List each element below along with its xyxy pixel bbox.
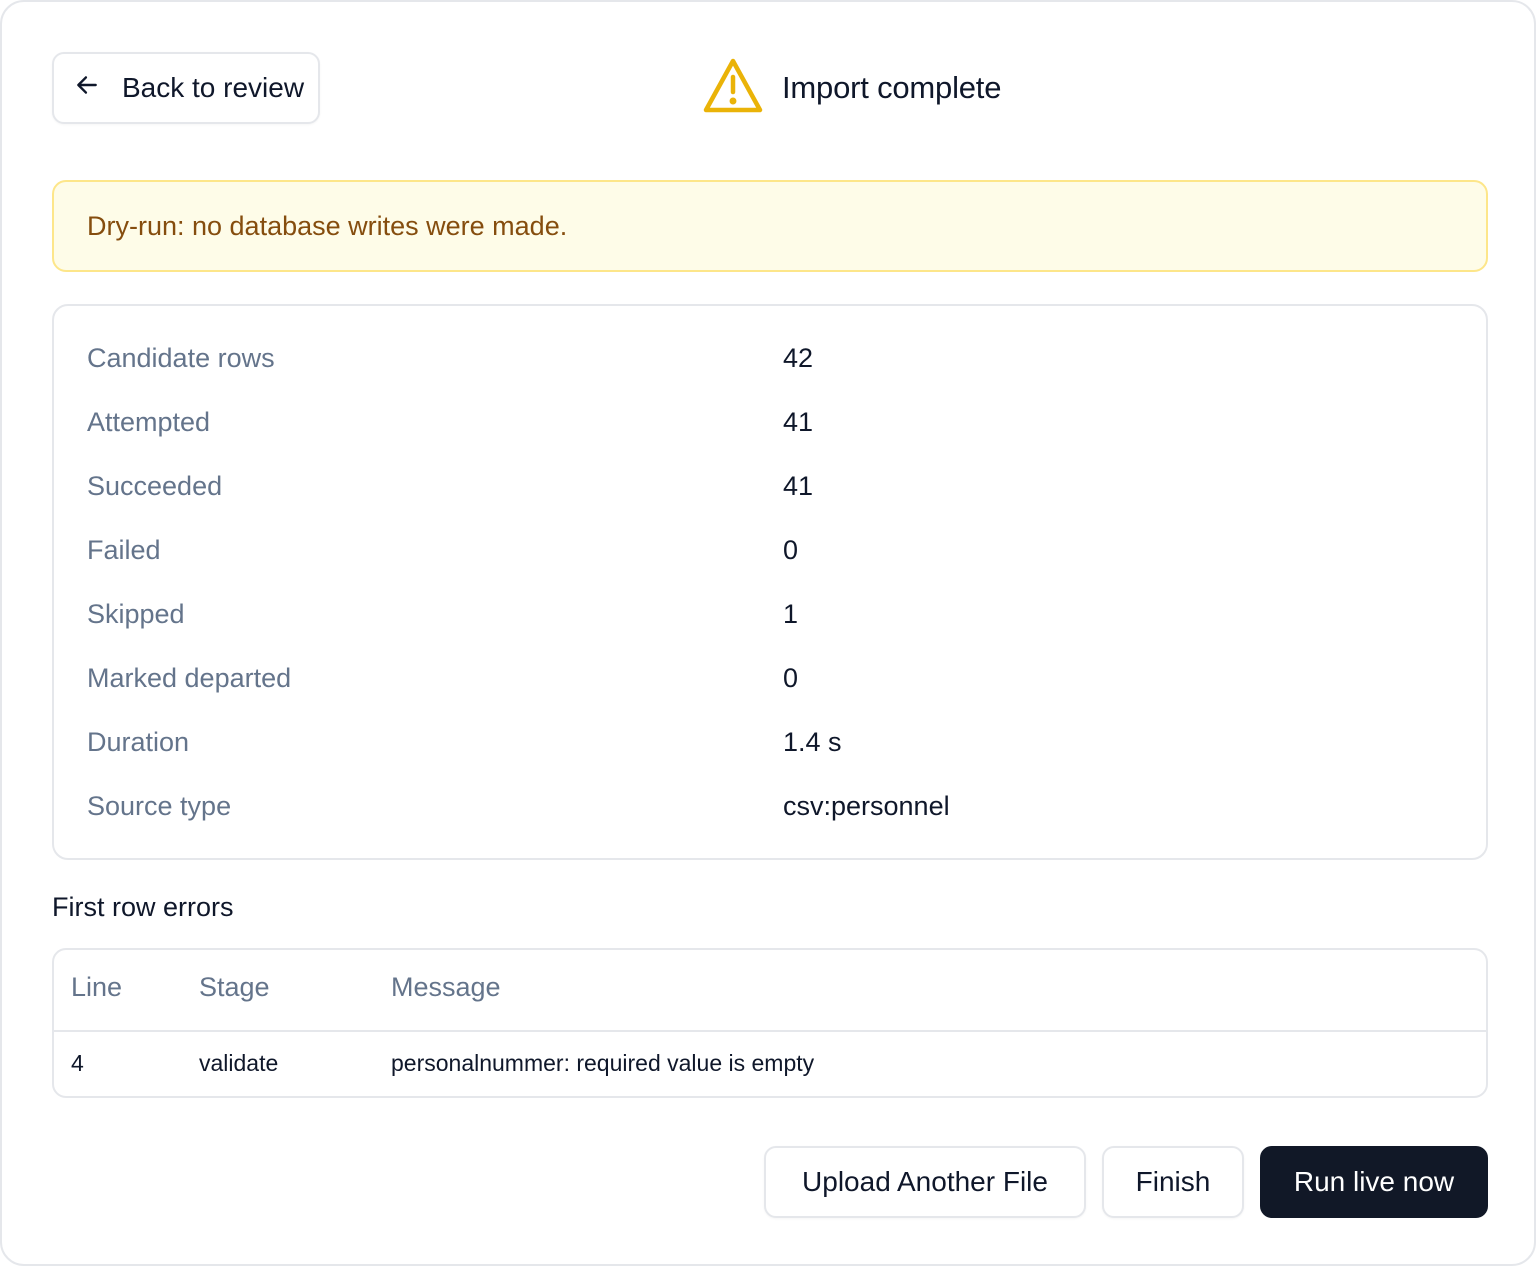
stat-value: 41 bbox=[783, 406, 814, 437]
stat-label: Candidate rows bbox=[87, 342, 275, 373]
stat-row-succeeded: Succeeded 41 bbox=[54, 466, 1486, 506]
column-header-message: Message bbox=[391, 972, 501, 1002]
stat-row-marked-departed: Marked departed 0 bbox=[54, 658, 1486, 698]
stat-label: Duration bbox=[87, 726, 190, 757]
run-live-now-button[interactable]: Run live now bbox=[1260, 1146, 1488, 1218]
stat-row-source-type: Source type csv:personnel bbox=[54, 786, 1486, 826]
stat-row-skipped: Skipped 1 bbox=[54, 594, 1486, 634]
column-header-stage: Stage bbox=[199, 972, 270, 1002]
stat-value: csv:personnel bbox=[783, 790, 950, 821]
page-header: Import complete bbox=[702, 58, 1001, 118]
stat-row-failed: Failed 0 bbox=[54, 530, 1486, 570]
import-result-panel: Back to review Import complete Dry-run: … bbox=[0, 0, 1536, 1266]
stat-value: 41 bbox=[783, 470, 814, 501]
row-errors-table: Line Stage Message 4 validate personalnu… bbox=[52, 948, 1488, 1098]
table-header: Line Stage Message bbox=[54, 950, 1486, 1032]
cell-line: 4 bbox=[71, 1050, 84, 1076]
arrow-left-icon bbox=[74, 72, 100, 105]
stat-value: 1 bbox=[783, 598, 799, 629]
stat-row-duration: Duration 1.4 s bbox=[54, 722, 1486, 762]
column-header-line: Line bbox=[71, 972, 123, 1002]
stat-value: 42 bbox=[783, 342, 814, 373]
table-row: 4 validate personalnummer: required valu… bbox=[54, 1032, 1486, 1096]
upload-another-file-button[interactable]: Upload Another File bbox=[764, 1146, 1086, 1218]
dry-run-banner: Dry-run: no database writes were made. bbox=[52, 180, 1488, 272]
back-to-review-button[interactable]: Back to review bbox=[52, 52, 320, 124]
cell-stage: validate bbox=[199, 1050, 279, 1076]
stat-label: Source type bbox=[87, 790, 232, 821]
stat-label: Failed bbox=[87, 534, 161, 565]
dry-run-banner-text: Dry-run: no database writes were made. bbox=[87, 210, 568, 241]
stat-label: Succeeded bbox=[87, 470, 223, 501]
stat-row-candidate-rows: Candidate rows 42 bbox=[54, 338, 1486, 378]
finish-button[interactable]: Finish bbox=[1102, 1146, 1244, 1218]
stat-value: 1.4 s bbox=[783, 726, 842, 757]
back-button-label: Back to review bbox=[122, 72, 305, 103]
stat-label: Attempted bbox=[87, 406, 211, 437]
stat-value: 0 bbox=[783, 534, 799, 565]
stat-label: Marked departed bbox=[87, 662, 292, 693]
page-title: Import complete bbox=[782, 70, 1002, 105]
row-errors-heading: First row errors bbox=[52, 892, 234, 922]
stat-value: 0 bbox=[783, 662, 799, 693]
stat-row-attempted: Attempted 41 bbox=[54, 402, 1486, 442]
cell-message: personalnummer: required value is empty bbox=[391, 1050, 815, 1076]
summary-stats-card: Candidate rows 42 Attempted 41 Succeeded… bbox=[52, 304, 1488, 860]
stat-label: Skipped bbox=[87, 598, 185, 629]
warning-triangle-icon bbox=[702, 57, 764, 120]
